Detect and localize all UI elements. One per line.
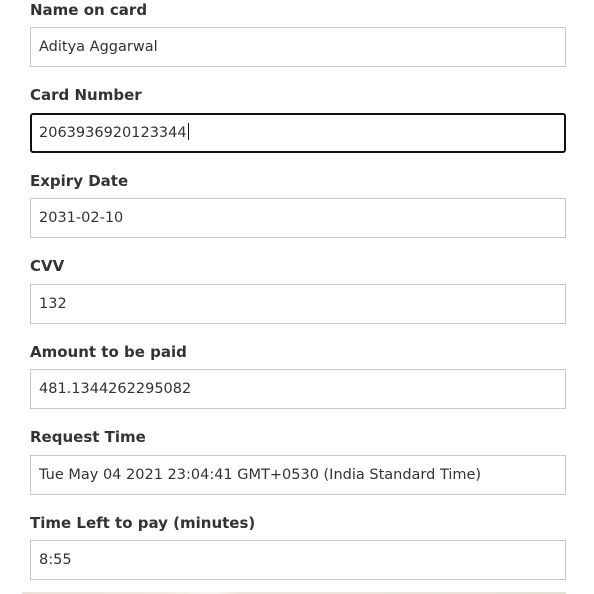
amount-field[interactable]: 481.1344262295082 [30,369,566,409]
expiry-date-field[interactable]: 2031-02-10 [30,198,566,238]
expiry-date-label: Expiry Date [30,172,129,190]
name-on-card-label: Name on card [30,1,148,19]
cvv-value: 132 [39,296,67,312]
card-number-field[interactable]: 2063936920123344 [30,113,566,153]
cvv-label: CVV [30,257,65,275]
request-time-field[interactable]: Tue May 04 2021 23:04:41 GMT+0530 (India… [30,455,566,495]
amount-value: 481.1344262295082 [39,381,192,397]
name-on-card-field[interactable]: Aditya Aggarwal [30,27,566,67]
cvv-field[interactable]: 132 [30,284,566,324]
time-left-value: 8:55 [39,552,72,568]
payment-form: Name on card Aditya Aggarwal Card Number… [0,0,594,594]
card-number-value: 2063936920123344 [39,125,187,141]
amount-label: Amount to be paid [30,343,187,361]
name-on-card-value: Aditya Aggarwal [39,39,158,55]
expiry-date-value: 2031-02-10 [39,210,124,226]
time-left-label: Time Left to pay (minutes) [30,514,256,532]
request-time-value: Tue May 04 2021 23:04:41 GMT+0530 (India… [39,467,482,483]
card-number-label: Card Number [30,86,142,104]
text-cursor [187,123,189,140]
time-left-field[interactable]: 8:55 [30,540,566,580]
request-time-label: Request Time [30,428,146,446]
